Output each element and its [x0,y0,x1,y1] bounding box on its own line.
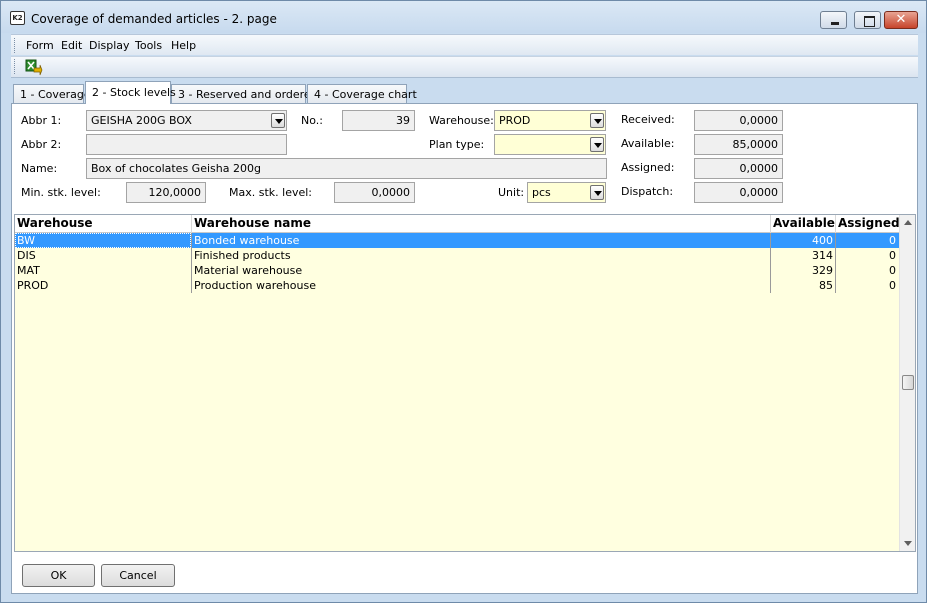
cell-warehouse-name: Finished products [194,249,291,262]
received-label: Received: [621,113,675,126]
scrollbar-thumb[interactable] [902,375,914,390]
table-row[interactable]: PROD Production warehouse 85 0 [15,278,899,293]
plan-type-select[interactable] [494,134,606,155]
cell-warehouse: DIS [17,249,36,262]
close-icon: ✕ [895,12,907,27]
minimize-icon [821,12,846,28]
assigned-label: Assigned: [621,161,675,174]
abbr2-field[interactable] [86,134,287,155]
menu-form[interactable]: Form [26,39,54,52]
ok-button[interactable]: OK [22,564,95,587]
stock-levels-panel: Abbr 1: GEISHA 200G BOX No.: 39 Warehous… [11,103,918,594]
number-field[interactable]: 39 [342,110,415,131]
chevron-down-icon[interactable] [590,113,604,128]
scroll-up-icon[interactable] [904,220,912,225]
cell-warehouse: PROD [17,279,49,292]
chevron-down-icon[interactable] [590,185,604,200]
maximize-icon [855,12,880,28]
grid-header: Warehouse Warehouse name Available Assig… [15,215,900,233]
cell-warehouse-name: Material warehouse [194,264,303,277]
max-stock-level-field[interactable]: 0,0000 [334,182,415,203]
cell-available: 400 [812,234,833,247]
menu-edit[interactable]: Edit [61,39,82,52]
name-label: Name: [21,162,58,175]
chevron-down-icon[interactable] [590,137,604,152]
menu-display[interactable]: Display [89,39,130,52]
minimize-button[interactable] [820,11,847,29]
column-divider [191,233,192,293]
cell-assigned: 0 [889,264,896,277]
column-divider [770,233,771,293]
column-header-warehouse[interactable]: Warehouse [15,216,192,233]
max-stock-level-label: Max. stk. level: [229,186,313,199]
column-header-assigned[interactable]: Assigned [836,216,900,233]
tab-coverage-chart[interactable]: 4 - Coverage chart [307,84,417,103]
table-row[interactable]: MAT Material warehouse 329 0 [15,263,899,278]
cell-warehouse-name: Bonded warehouse [194,234,300,247]
name-field[interactable]: Box of chocolates Geisha 200g [86,158,607,179]
tab-reserved-and-ordered[interactable]: 3 - Reserved and ordered [171,84,318,103]
title-bar[interactable]: K2 Coverage of demanded articles - 2. pa… [1,1,926,33]
tab-stock-levels[interactable]: 2 - Stock levels [85,81,176,104]
table-row[interactable]: BW Bonded warehouse 400 0 [15,233,899,248]
menu-grip [14,38,17,53]
window-title: Coverage of demanded articles - 2. page [31,12,277,26]
table-row[interactable]: DIS Finished products 314 0 [15,248,899,263]
menu-tools[interactable]: Tools [135,39,162,52]
cell-available: 85 [819,279,833,292]
maximize-button[interactable] [854,11,881,29]
chevron-down-icon[interactable] [271,113,285,128]
app-icon: K2 [10,11,25,25]
unit-select[interactable]: pcs [527,182,606,203]
toolbar [11,56,918,78]
min-stock-level-label: Min. stk. level: [21,186,101,199]
close-button[interactable]: ✕ [884,11,918,29]
menu-help[interactable]: Help [171,39,196,52]
number-label: No.: [301,114,323,127]
cell-assigned: 0 [889,249,896,262]
available-label: Available: [621,137,675,150]
cell-warehouse: MAT [17,264,40,277]
dispatch-field[interactable]: 0,0000 [694,182,783,203]
min-stock-level-field[interactable]: 120,0000 [126,182,206,203]
warehouse-label: Warehouse: [429,114,494,127]
column-header-warehouse-name[interactable]: Warehouse name [192,216,770,233]
abbr1-label: Abbr 1: [21,114,62,127]
cell-available: 329 [812,264,833,277]
cell-warehouse-name: Production warehouse [194,279,316,292]
tab-coverage[interactable]: 1 - Coverage [13,84,91,103]
assigned-field[interactable]: 0,0000 [694,158,783,179]
unit-label: Unit: [498,186,525,199]
unit-value: pcs [532,186,551,199]
cancel-button[interactable]: Cancel [101,564,175,587]
scroll-down-icon[interactable] [904,541,912,546]
available-field[interactable]: 85,0000 [694,134,783,155]
column-header-available[interactable]: Available [771,216,836,233]
cell-assigned: 0 [889,279,896,292]
toolbar-grip [14,59,17,74]
warehouse-select[interactable]: PROD [494,110,606,131]
abbr2-label: Abbr 2: [21,138,62,151]
cell-assigned: 0 [889,234,896,247]
received-field[interactable]: 0,0000 [694,110,783,131]
cell-available: 314 [812,249,833,262]
vertical-scrollbar[interactable] [899,215,915,551]
cell-warehouse: BW [17,234,36,247]
warehouse-grid[interactable]: Warehouse Warehouse name Available Assig… [14,214,916,552]
abbr1-select[interactable]: GEISHA 200G BOX [86,110,287,131]
warehouse-value: PROD [499,114,531,127]
export-icon[interactable] [25,59,43,76]
column-divider [835,233,836,293]
plan-type-label: Plan type: [429,138,485,151]
dispatch-label: Dispatch: [621,185,674,198]
application-window: K2 Coverage of demanded articles - 2. pa… [0,0,927,603]
menu-bar: Form Edit Display Tools Help [11,34,918,55]
abbr1-value: GEISHA 200G BOX [91,114,192,127]
